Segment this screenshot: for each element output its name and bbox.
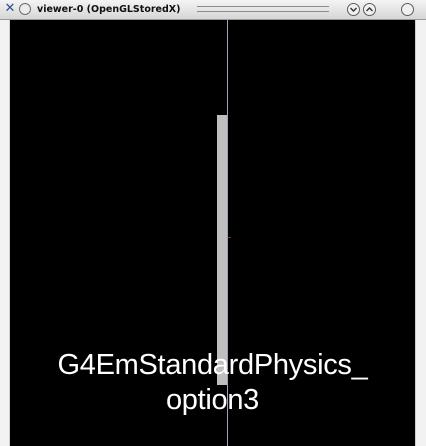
chevron-down-icon xyxy=(350,7,357,12)
maximize-button[interactable] xyxy=(363,3,376,16)
window-frame-left xyxy=(0,20,10,446)
detector-volume xyxy=(217,115,227,385)
opengl-viewport[interactable]: G4EmStandardPhysics_ option3 xyxy=(10,20,415,446)
track-marker xyxy=(228,237,231,238)
minimize-button[interactable] xyxy=(347,3,360,16)
title-bar-grip xyxy=(197,6,329,12)
chevron-up-icon xyxy=(366,7,373,12)
title-bar[interactable]: ✕ viewer-0 (OpenGLStoredX) xyxy=(0,0,426,20)
window-title: viewer-0 (OpenGLStoredX) xyxy=(37,4,181,15)
physics-list-label: G4EmStandardPhysics_ option3 xyxy=(10,348,415,418)
viewer-window: ✕ viewer-0 (OpenGLStoredX) G4EmStandardP… xyxy=(0,0,426,446)
circle-icon[interactable] xyxy=(19,3,31,15)
window-frame-right xyxy=(415,20,426,446)
physics-list-label-line1: G4EmStandardPhysics_ xyxy=(57,349,368,381)
physics-list-label-line2: option3 xyxy=(165,384,260,416)
window-menu-button[interactable] xyxy=(401,3,414,16)
close-x-icon[interactable]: ✕ xyxy=(3,2,17,16)
